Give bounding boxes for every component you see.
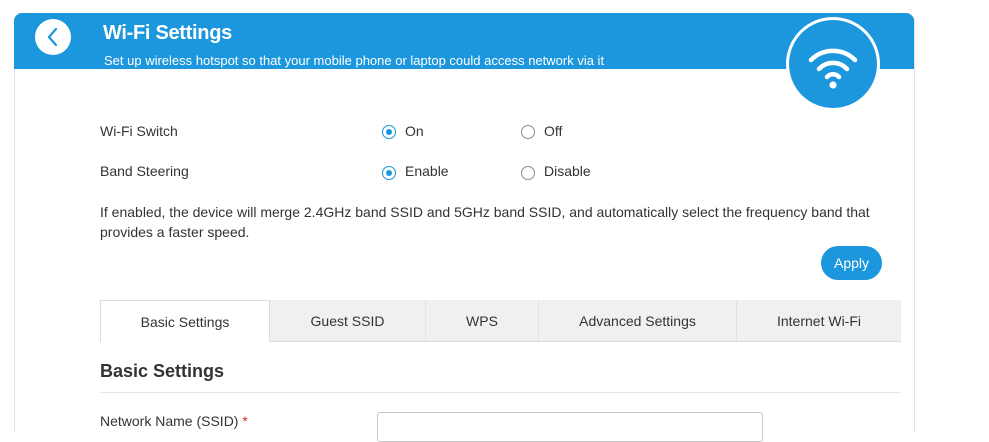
ssid-field-label-text: Network Name (SSID) bbox=[100, 413, 239, 429]
ssid-field-label: Network Name (SSID) * bbox=[100, 413, 248, 429]
wifi-switch-label: Wi-Fi Switch bbox=[100, 123, 178, 139]
back-button[interactable] bbox=[35, 19, 71, 55]
tab-wps[interactable]: WPS bbox=[426, 300, 539, 341]
required-mark: * bbox=[242, 413, 248, 429]
band-steering-note: If enabled, the device will merge 2.4GHz… bbox=[100, 204, 870, 240]
band-steering-disable-label[interactable]: Disable bbox=[544, 163, 591, 179]
tab-internet-wifi[interactable]: Internet Wi-Fi bbox=[737, 300, 901, 341]
wifi-off-label[interactable]: Off bbox=[544, 123, 562, 139]
wifi-badge bbox=[786, 17, 880, 111]
wifi-on-label[interactable]: On bbox=[405, 123, 424, 139]
tab-guest-ssid[interactable]: Guest SSID bbox=[270, 300, 426, 341]
wifi-off-radio[interactable] bbox=[521, 125, 535, 139]
section-title: Basic Settings bbox=[100, 361, 225, 381]
apply-button[interactable]: Apply bbox=[821, 246, 882, 280]
settings-tabs: Basic Settings Guest SSID WPS Advanced S… bbox=[100, 300, 901, 342]
band-steering-disable-radio[interactable] bbox=[521, 166, 535, 180]
band-steering-enable-label[interactable]: Enable bbox=[405, 163, 449, 179]
ssid-input[interactable] bbox=[377, 412, 763, 442]
section-divider bbox=[100, 392, 901, 393]
chevron-left-icon bbox=[47, 27, 58, 47]
band-steering-label: Band Steering bbox=[100, 163, 189, 179]
page-subtitle: Set up wireless hotspot so that your mob… bbox=[104, 53, 605, 68]
tab-advanced-settings[interactable]: Advanced Settings bbox=[539, 300, 737, 341]
page-title: Wi-Fi Settings bbox=[103, 22, 232, 44]
wifi-icon bbox=[808, 48, 858, 89]
tab-basic-settings[interactable]: Basic Settings bbox=[100, 300, 270, 342]
band-steering-enable-radio[interactable] bbox=[382, 166, 396, 180]
wifi-on-radio[interactable] bbox=[382, 125, 396, 139]
